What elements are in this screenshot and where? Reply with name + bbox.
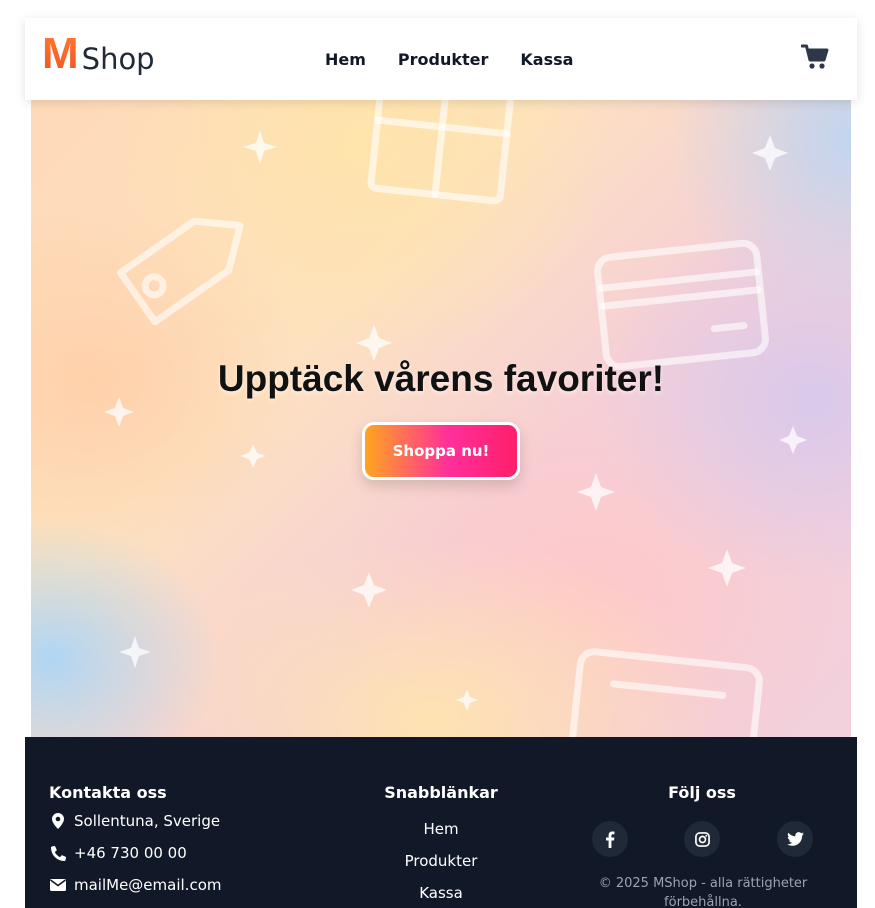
- credit-card-icon: [594, 239, 769, 371]
- main-nav: Hem Produkter Kassa: [325, 18, 605, 100]
- logo-text: Shop: [81, 42, 155, 76]
- footer-link-produkter[interactable]: Produkter: [357, 852, 525, 870]
- instagram-icon[interactable]: [684, 821, 720, 857]
- site-header: M Shop Hem Produkter Kassa: [25, 18, 857, 100]
- twitter-icon[interactable]: [777, 821, 813, 857]
- hero-title: Upptäck vårens favoriter!: [217, 358, 665, 399]
- footer-link-kassa[interactable]: Kassa: [357, 884, 525, 902]
- logo[interactable]: M Shop: [42, 32, 155, 88]
- nav-link-produkter[interactable]: Produkter: [398, 50, 488, 69]
- phone-icon: [49, 845, 67, 861]
- quick-links-heading: Snabblänkar: [384, 783, 498, 802]
- copyright-text: © 2025 MShop - alla rättigheter förbehål…: [598, 876, 808, 908]
- contact-phone: +46 730 00 00: [49, 844, 187, 862]
- nav-link-kassa[interactable]: Kassa: [520, 50, 573, 69]
- footer-link-hem[interactable]: Hem: [357, 820, 525, 838]
- contact-address: Sollentuna, Sverige: [49, 812, 220, 830]
- shop-now-button[interactable]: Shoppa nu!: [362, 422, 520, 480]
- map-pin-icon: [49, 813, 67, 829]
- credit-card-icon: [568, 648, 763, 737]
- shopping-cart-icon[interactable]: [800, 44, 829, 70]
- envelope-icon: [49, 879, 67, 891]
- follow-heading: Följ oss: [668, 783, 736, 802]
- hero-banner: Upptäck vårens favoriter! Shoppa nu!: [31, 100, 851, 737]
- site-footer: Kontakta oss Sollentuna, Sverige +46 730…: [25, 737, 857, 908]
- price-tag-icon: [117, 217, 244, 326]
- contact-address-text: Sollentuna, Sverige: [74, 812, 221, 830]
- sparkle-icon: [104, 130, 807, 711]
- contact-phone-text[interactable]: +46 730 00 00: [74, 844, 187, 862]
- contact-email-text[interactable]: mailMe@email.com: [74, 876, 221, 894]
- nav-link-hem[interactable]: Hem: [325, 50, 366, 69]
- gift-box-icon: [367, 100, 514, 205]
- contact-email: mailMe@email.com: [49, 876, 221, 894]
- facebook-icon[interactable]: [592, 821, 628, 857]
- contact-heading: Kontakta oss: [49, 783, 167, 802]
- hero-decorations: [104, 100, 807, 737]
- logo-initial: M: [42, 29, 79, 78]
